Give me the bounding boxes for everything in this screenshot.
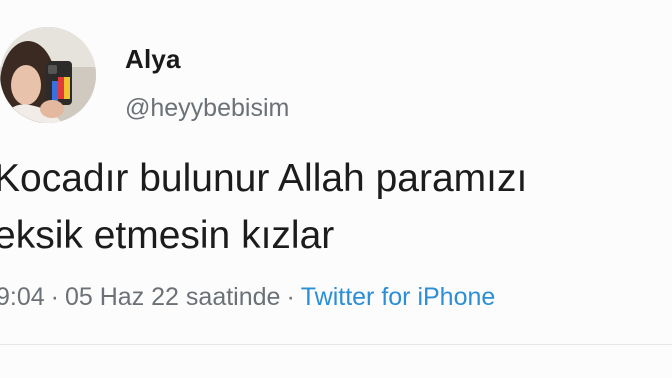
tweet-text-line: Kocadır bulunur Allah paramızı: [0, 157, 528, 200]
tweet-card: Alya @heyybebisim Kocadır bulunur Allah …: [0, 0, 672, 378]
divider: [0, 344, 672, 345]
meta-separator: ·: [286, 283, 295, 311]
tweet-text-line: eksik etmesin kızlar: [0, 214, 335, 257]
author-name[interactable]: Alya: [125, 44, 181, 75]
tweet-meta: 9:04 · 05 Haz 22 saatinde · Twitter for iPho…: [0, 283, 495, 312]
profile-photo-icon: [0, 27, 96, 123]
meta-separator: ·: [50, 283, 59, 311]
tweet-time[interactable]: 9:04: [0, 283, 45, 311]
tweet-text: Kocadır bulunur Allah paramızı eksik etm…: [0, 150, 672, 264]
author-handle[interactable]: @heyybebisim: [125, 94, 289, 123]
tweet-source-link[interactable]: Twitter for iPhone: [301, 283, 496, 311]
author-avatar[interactable]: [0, 27, 96, 123]
tweet-date[interactable]: 05 Haz 22 saatinde: [65, 283, 280, 311]
